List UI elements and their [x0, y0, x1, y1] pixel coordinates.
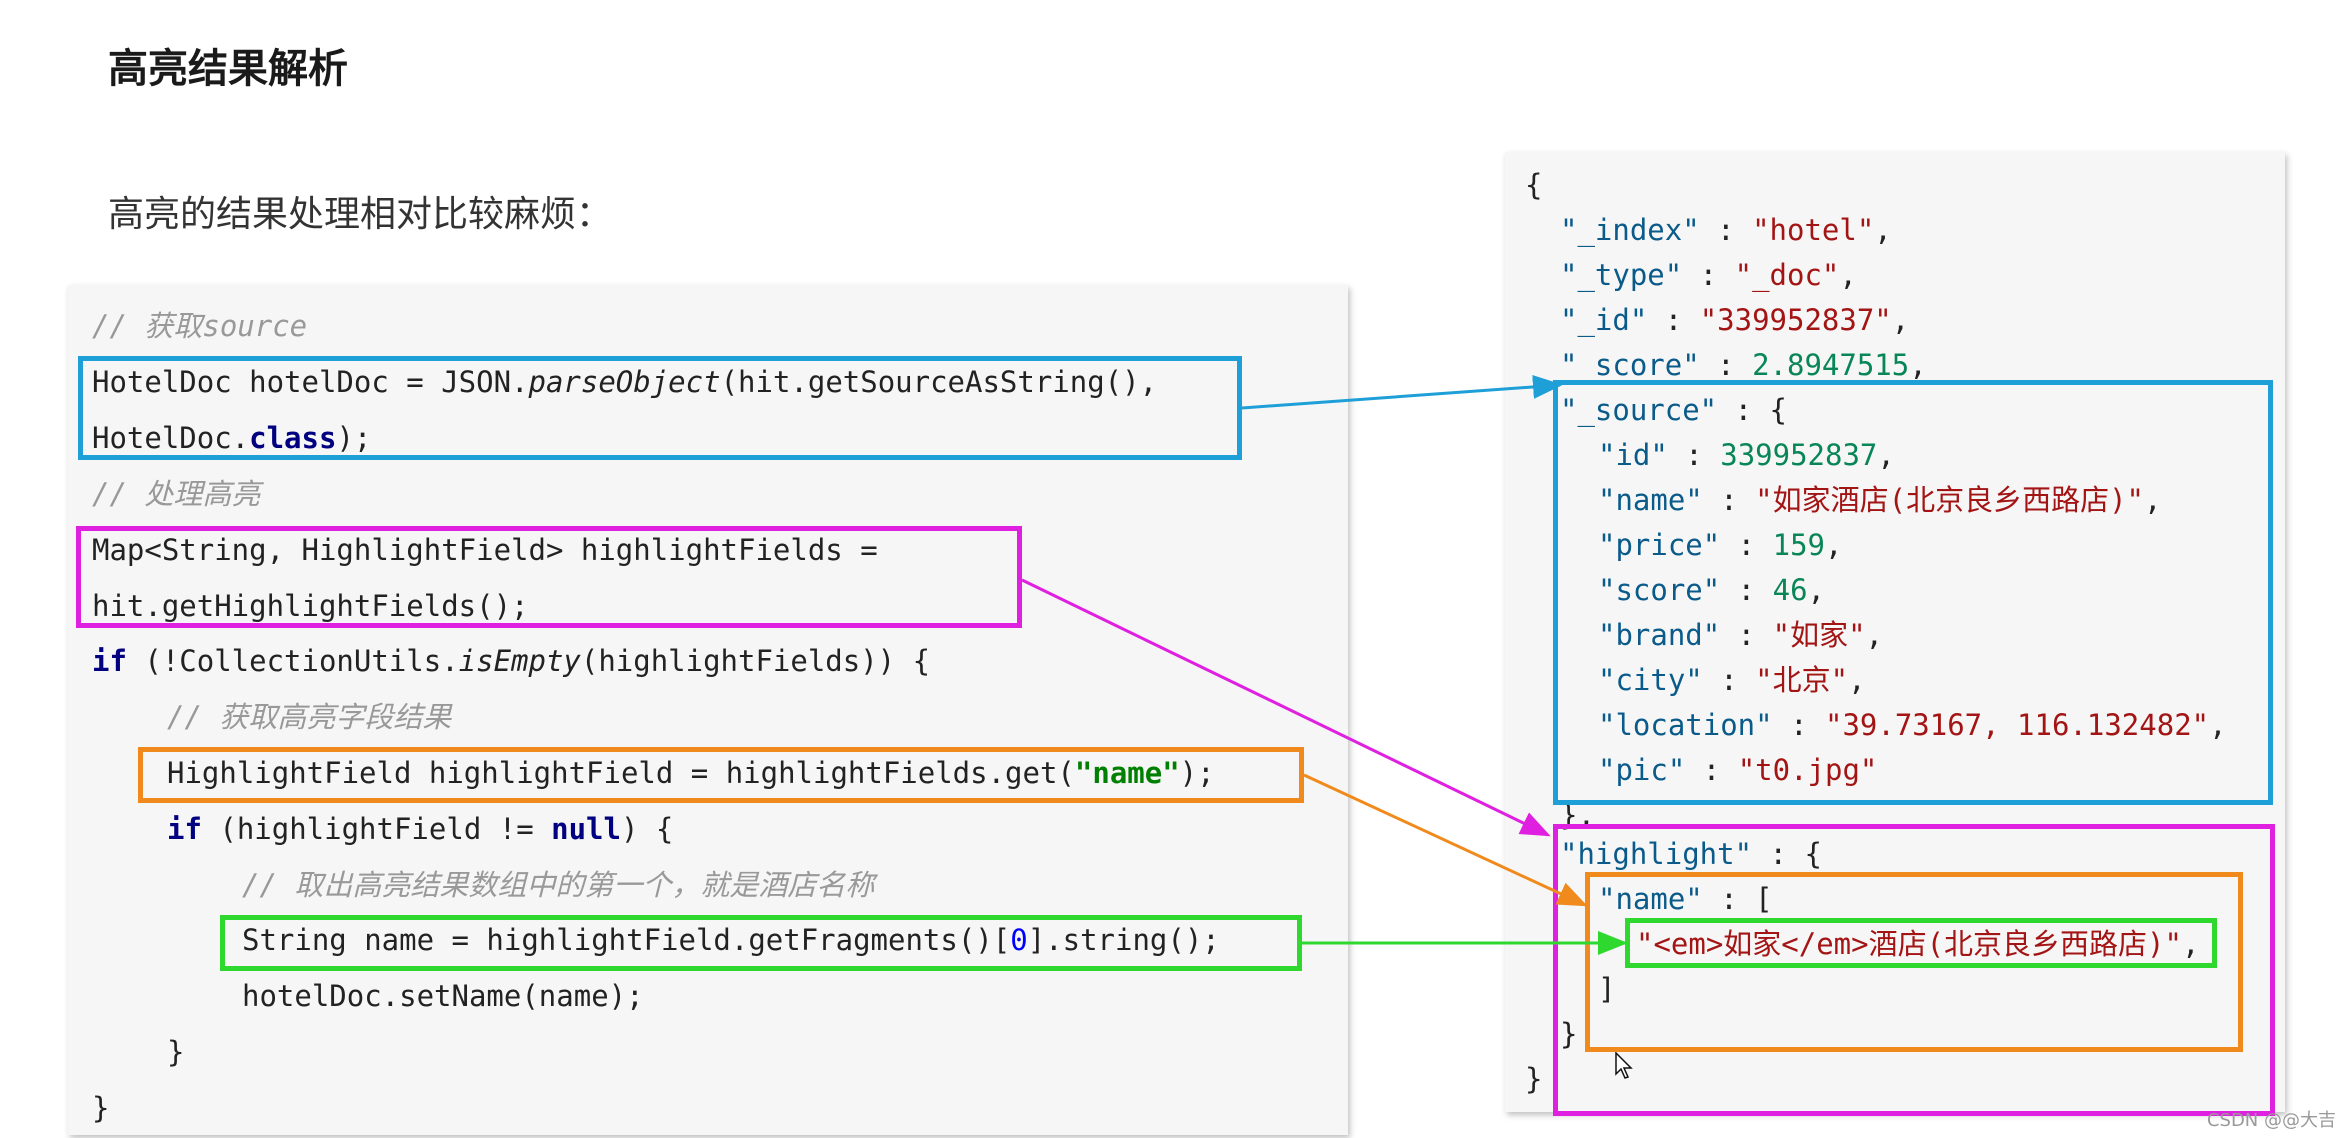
- code-text: (highlightFields)) {: [580, 644, 931, 678]
- json-root-close: }: [1525, 1062, 1543, 1096]
- code-comment-source: // 获取source: [92, 309, 308, 343]
- code-comment-highlight: // 处理高亮: [92, 477, 261, 511]
- code-comment-field: // 获取高亮字段结果: [167, 700, 452, 734]
- json-line-index: "_index" : "hotel",: [1560, 213, 1892, 247]
- page-subtitle: 高亮的结果处理相对比较麻烦：: [108, 194, 613, 235]
- blue-highlight-box-code: [78, 356, 1242, 460]
- code-text: (highlightField !=: [201, 812, 552, 846]
- code-comment-first: // 取出高亮结果数组中的第一个，就是酒店名称: [242, 868, 875, 902]
- magenta-highlight-box-code: [76, 526, 1022, 628]
- watermark: CSDN @@大吉: [2206, 1110, 2336, 1131]
- code-line-if-empty: if (!CollectionUtils.isEmpty(highlightFi…: [92, 643, 930, 679]
- json-key: "_index": [1560, 213, 1700, 247]
- code-keyword: if: [92, 644, 127, 678]
- green-highlight-box-json: [1625, 918, 2217, 968]
- code-line-set-name: hotelDoc.setName(name);: [242, 979, 644, 1013]
- orange-highlight-box-code: [138, 747, 1304, 803]
- json-string-value: "339952837": [1699, 303, 1892, 337]
- page-title: 高亮结果解析: [108, 46, 348, 92]
- json-key: "_score": [1560, 348, 1700, 382]
- green-highlight-box-code: [220, 915, 1302, 971]
- json-line-type: "_type" : "_doc",: [1560, 258, 1857, 292]
- code-line-close-outer: }: [92, 1091, 110, 1125]
- json-string-value: "hotel": [1752, 213, 1875, 247]
- json-line-id: "_id" : "339952837",: [1560, 303, 1910, 337]
- json-string-value: "_doc": [1734, 258, 1840, 292]
- code-text: (!CollectionUtils.: [126, 644, 459, 678]
- code-line-close-inner: }: [167, 1035, 185, 1069]
- json-number-value: 2.8947515: [1752, 348, 1910, 382]
- code-line-if-null: if (highlightField != null) {: [167, 811, 673, 847]
- code-keyword: if: [167, 812, 202, 846]
- json-line-score: "_score" : 2.8947515,: [1560, 348, 1927, 382]
- json-key: "_id": [1560, 303, 1648, 337]
- code-keyword: null: [551, 812, 621, 846]
- code-method-italic: isEmpty: [458, 644, 581, 678]
- json-open-brace: {: [1525, 168, 1543, 202]
- json-key: "_type": [1560, 258, 1683, 292]
- code-text: ) {: [620, 812, 674, 846]
- blue-highlight-box-json: [1553, 380, 2273, 805]
- mouse-cursor-icon: [1615, 1052, 1633, 1079]
